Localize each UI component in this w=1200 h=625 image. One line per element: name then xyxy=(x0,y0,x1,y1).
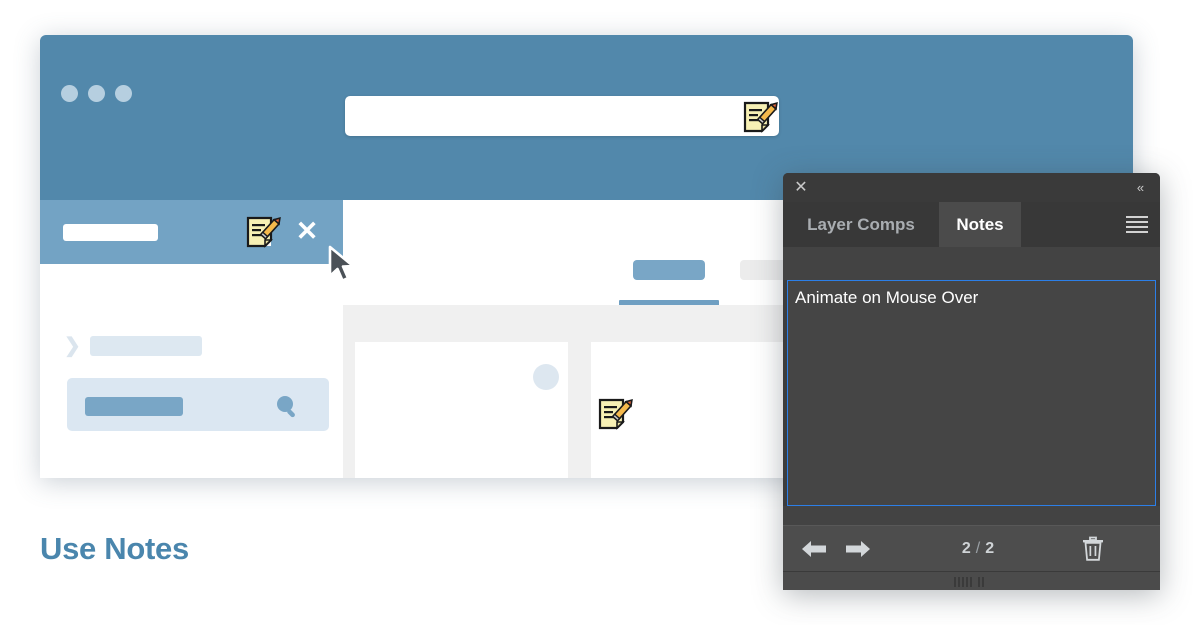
tab-notes[interactable]: Notes xyxy=(939,202,1021,247)
tab-layer-comps[interactable]: Layer Comps xyxy=(783,202,939,247)
window-dot-minimize[interactable] xyxy=(88,85,105,102)
content-card[interactable] xyxy=(355,342,568,478)
sidebar-header-bar: ✕ xyxy=(40,200,343,264)
close-icon[interactable]: ✕ xyxy=(792,179,810,197)
arrow-left-icon[interactable] xyxy=(801,537,827,561)
notes-panel-footer: 2/2 xyxy=(783,525,1160,573)
sidebar-item-label-placeholder[interactable] xyxy=(90,336,202,356)
resize-grip-handle[interactable] xyxy=(953,577,990,587)
page-counter: 2/2 xyxy=(923,526,1033,572)
window-dot-zoom[interactable] xyxy=(115,85,132,102)
sidebar-selected-label-placeholder xyxy=(85,397,183,416)
window-dot-close[interactable] xyxy=(61,85,78,102)
notes-panel-titlebar: ✕ « xyxy=(783,173,1160,203)
page-separator: / xyxy=(975,540,981,557)
notes-panel-spacer xyxy=(783,506,1160,525)
page-current: 2 xyxy=(961,540,971,557)
tab-active-placeholder[interactable] xyxy=(633,260,705,280)
note-pencil-icon[interactable] xyxy=(243,212,283,252)
page-title: Use Notes xyxy=(40,531,189,566)
close-icon[interactable]: ✕ xyxy=(294,218,320,245)
note-pencil-icon xyxy=(743,101,778,133)
search-input[interactable] xyxy=(345,96,779,136)
notes-panel-toolbar-gap xyxy=(783,247,1160,280)
notes-panel-tabbar: Layer Comps Notes xyxy=(783,202,1160,247)
canvas-dot-marker xyxy=(533,364,559,390)
arrow-right-icon[interactable] xyxy=(845,537,871,561)
notes-panel-resize-bar[interactable] xyxy=(783,571,1160,590)
notes-panel: ✕ « Layer Comps Notes 2/2 xyxy=(783,173,1160,590)
collapse-panel-icon[interactable]: « xyxy=(1131,179,1149,197)
note-text-input[interactable] xyxy=(787,280,1156,506)
chevron-right-icon[interactable]: ❯ xyxy=(64,336,81,356)
screenshot-stage: ✕ ❯ ❯ xyxy=(0,0,1200,625)
note-pencil-icon[interactable] xyxy=(595,394,635,434)
page-total: 2 xyxy=(985,540,995,557)
search-magnifier-icon[interactable] xyxy=(273,392,301,420)
trash-icon[interactable] xyxy=(1081,536,1105,562)
hamburger-menu-icon[interactable] xyxy=(1126,216,1148,233)
sidebar: ❯ ❯ xyxy=(40,264,343,478)
sidebar-title-placeholder xyxy=(63,224,158,241)
